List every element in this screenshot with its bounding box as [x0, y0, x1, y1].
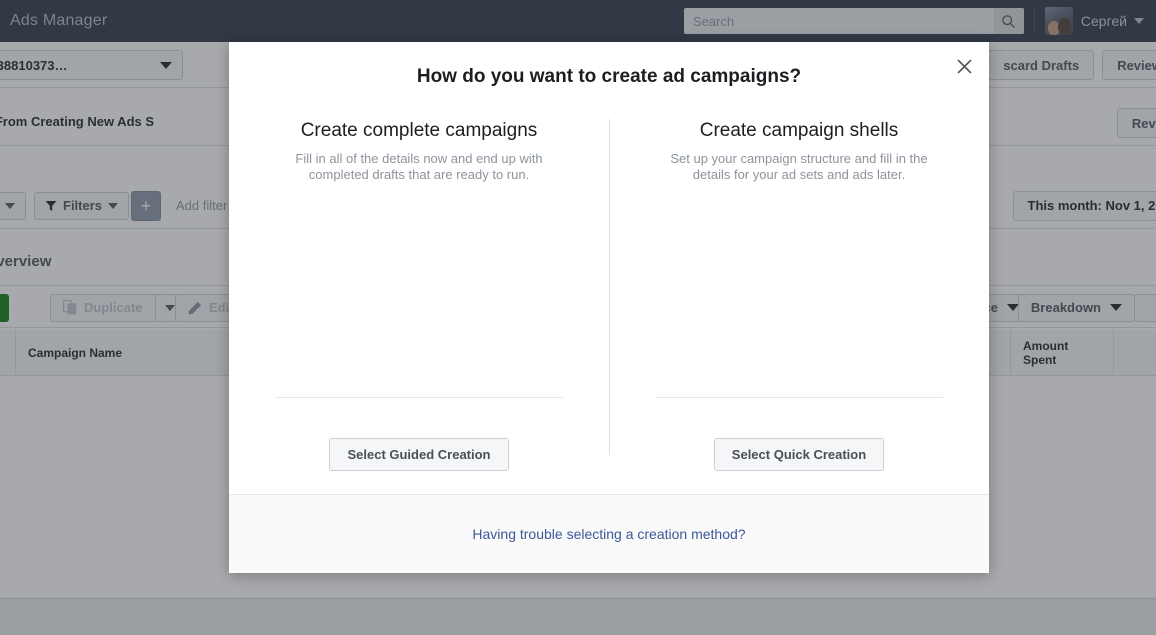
select-guided-creation-button[interactable]: Select Guided Creation — [329, 438, 508, 471]
option-guided-title: Create complete campaigns — [301, 119, 538, 143]
modal-body: Create complete campaigns Fill in all of… — [229, 88, 989, 494]
option-quick-creation: Create campaign shells Set up your campa… — [609, 88, 989, 494]
option-guided-creation: Create complete campaigns Fill in all of… — [229, 88, 609, 494]
option-quick-title: Create campaign shells — [700, 119, 899, 143]
modal-footer: Having trouble selecting a creation meth… — [229, 494, 989, 573]
option-quick-divider — [655, 397, 943, 398]
option-guided-divider — [275, 397, 563, 398]
column-divider — [609, 119, 610, 455]
close-icon — [957, 59, 972, 74]
option-guided-description: Fill in all of the details now and end u… — [278, 151, 560, 183]
close-button[interactable] — [952, 54, 976, 78]
option-quick-description: Set up your campaign structure and fill … — [658, 151, 940, 183]
help-link[interactable]: Having trouble selecting a creation meth… — [472, 526, 745, 542]
select-quick-creation-button[interactable]: Select Quick Creation — [714, 438, 884, 471]
modal-title: How do you want to create ad campaigns? — [229, 66, 989, 88]
create-campaign-modal: How do you want to create ad campaigns? … — [229, 42, 989, 573]
